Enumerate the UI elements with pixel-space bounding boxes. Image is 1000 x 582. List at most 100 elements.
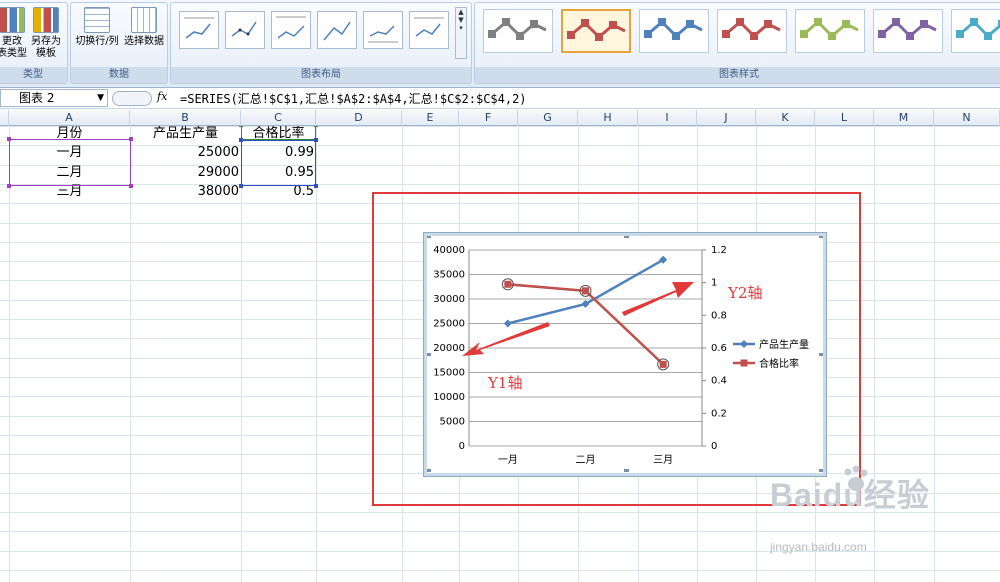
layout-thumb-4[interactable] <box>317 11 357 49</box>
chart-style-thumb[interactable] <box>795 9 865 53</box>
range-handle[interactable] <box>129 184 133 188</box>
range-handle[interactable] <box>314 138 318 142</box>
layout-thumb-3[interactable] <box>271 11 311 49</box>
name-box[interactable]: 图表 2 ▼ <box>0 89 108 107</box>
data-cell[interactable]: 38000 <box>130 182 241 201</box>
layout-thumb-5[interactable] <box>363 11 403 49</box>
column-header[interactable]: B <box>130 110 241 126</box>
data-point[interactable] <box>582 287 589 295</box>
chart-style-thumb[interactable] <box>639 9 709 53</box>
layout-thumb-1[interactable] <box>179 11 219 49</box>
switch-icon <box>84 7 110 33</box>
y1-tick-label: 15000 <box>433 368 465 379</box>
chart-style-thumb[interactable] <box>873 9 943 53</box>
column-header[interactable]: C <box>241 110 316 126</box>
range-handle[interactable] <box>7 137 11 141</box>
y1-tick-label: 35000 <box>433 270 465 281</box>
type-group: 更改 表类型 另存为 模板 类型 <box>0 2 68 84</box>
column-header[interactable]: N <box>934 110 1000 126</box>
ribbon: 更改 表类型 另存为 模板 类型 切换行/列 选择数据 数据 ▲ ▼ ▾ 图表布局 <box>0 0 1000 88</box>
header-cell[interactable]: 产品生产量 <box>130 126 241 143</box>
y2-tick-label: 0.6 <box>711 343 727 354</box>
change-chart-type-button[interactable]: 更改 表类型 <box>0 7 29 60</box>
column-header[interactable]: D <box>316 110 402 126</box>
chart-style-thumb[interactable] <box>951 9 1000 53</box>
chart-type-icon <box>0 7 25 33</box>
chart-style-thumb[interactable] <box>717 9 787 53</box>
chart-style-thumb[interactable] <box>561 9 631 53</box>
legend-marker <box>740 359 748 367</box>
select-data-button[interactable]: 选择数据 <box>121 7 167 48</box>
data-point[interactable] <box>504 280 512 288</box>
column-header[interactable]: I <box>638 110 697 126</box>
chart-resize-handle[interactable] <box>624 236 629 238</box>
range-handle[interactable] <box>314 184 318 188</box>
range-handle[interactable] <box>239 126 243 127</box>
data-group: 切换行/列 选择数据 数据 <box>70 2 168 84</box>
column-header[interactable]: E <box>402 110 459 126</box>
line-chart: 0 5000 10000 15000 20000 25000 30000 35000 40000… <box>427 236 823 472</box>
layout-thumb-6[interactable] <box>409 11 449 49</box>
y2-tick-label: 0.2 <box>711 408 727 419</box>
chart-style-group: 图表样式 <box>474 2 1000 84</box>
formula-expand-control[interactable] <box>112 91 152 106</box>
chart-resize-handle[interactable] <box>819 236 823 238</box>
chart-resize-handle[interactable] <box>819 353 823 356</box>
y2-tick-label: 0.8 <box>711 310 727 321</box>
data-point[interactable] <box>659 360 667 368</box>
paw-icon <box>844 465 868 491</box>
column-header[interactable]: K <box>756 110 815 126</box>
y2-tick-label: 0 <box>711 441 717 452</box>
type-group-label: 类型 <box>0 67 67 83</box>
data-cell[interactable]: 29000 <box>130 163 241 182</box>
chart-resize-handle[interactable] <box>624 469 629 472</box>
series-name-range <box>241 126 316 140</box>
insert-function-icon[interactable]: fx <box>157 90 167 103</box>
range-handle[interactable] <box>239 138 243 142</box>
formula-input[interactable]: =SERIES(汇总!$C$1,汇总!$A$2:$A$4,汇总!$C$2:$C$… <box>180 90 527 107</box>
chart-object[interactable]: 0 5000 10000 15000 20000 25000 30000 35000 40000… <box>423 232 827 477</box>
value-range <box>241 140 316 186</box>
legend-marker <box>740 340 748 348</box>
y1-tick-label: 20000 <box>433 343 465 354</box>
chevron-down-icon[interactable]: ▼ <box>97 90 104 106</box>
x-tick-label: 三月 <box>653 454 673 466</box>
chart-resize-handle[interactable] <box>427 469 431 472</box>
column-header[interactable]: F <box>459 110 518 126</box>
column-header[interactable]: J <box>697 110 756 126</box>
x-tick-label: 二月 <box>576 454 596 466</box>
chart-resize-handle[interactable] <box>427 236 431 238</box>
legend-label: 产品生产量 <box>759 338 809 351</box>
data-group-label: 数据 <box>71 67 167 83</box>
chart-layout-group-label: 图表布局 <box>171 67 471 83</box>
range-handle[interactable] <box>129 137 133 141</box>
column-header[interactable]: L <box>815 110 874 126</box>
x-tick-label: 一月 <box>498 454 518 466</box>
select-all-corner[interactable] <box>0 110 9 126</box>
y1-tick-label: 25000 <box>433 319 465 330</box>
chart-layout-group: ▲ ▼ ▾ 图表布局 <box>170 2 472 84</box>
column-header[interactable]: G <box>518 110 578 126</box>
chart-style-thumb[interactable] <box>483 9 553 53</box>
chart-style-group-label: 图表样式 <box>475 67 1000 83</box>
watermark: Baidu经验 jingyan.baidu.com <box>760 465 990 580</box>
category-range <box>9 139 131 186</box>
data-point[interactable] <box>503 319 512 328</box>
switch-row-column-button[interactable]: 切换行/列 <box>73 7 121 48</box>
column-header[interactable]: H <box>578 110 638 126</box>
y1-tick-label: 40000 <box>433 245 465 256</box>
range-handle[interactable] <box>239 184 243 188</box>
column-header-bar: ABCDEFGHIJKLMN <box>0 110 1000 126</box>
data-cell[interactable]: 25000 <box>130 143 241 162</box>
legend-label: 合格比率 <box>759 357 799 370</box>
y1-tick-label: 0 <box>459 441 465 452</box>
chart-resize-handle[interactable] <box>427 353 431 356</box>
range-handle[interactable] <box>7 184 11 188</box>
save-as-template-button[interactable]: 另存为 模板 <box>27 7 65 60</box>
layout-gallery-scroll[interactable]: ▲ ▼ ▾ <box>455 7 467 59</box>
range-handle[interactable] <box>314 126 318 127</box>
column-header[interactable]: A <box>9 110 130 126</box>
column-header[interactable]: M <box>874 110 934 126</box>
layout-thumb-2[interactable] <box>225 11 265 49</box>
select-data-icon <box>131 7 157 33</box>
